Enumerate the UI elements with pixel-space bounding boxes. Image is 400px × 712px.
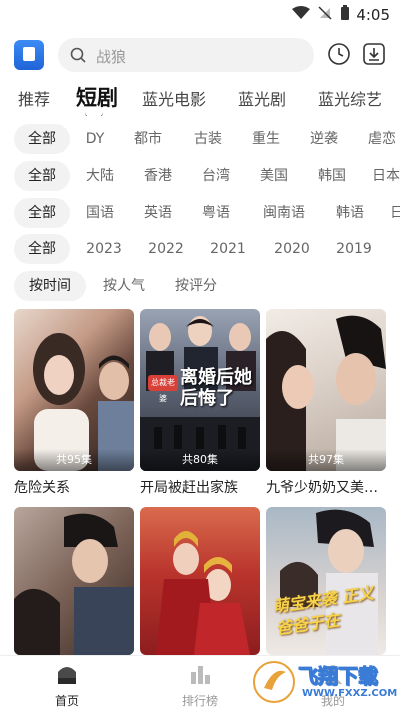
history-clock-icon[interactable] [327,42,351,66]
search-placeholder: 战狼 [96,48,127,66]
status-icons [292,5,350,21]
drama-title[interactable]: 九爷少奶奶又美又飒 [266,477,386,497]
category-tabs: 推荐 短剧 蓝光电影 蓝光剧 蓝光综艺 [0,80,400,116]
drama-poster[interactable]: 共95集 [14,309,134,471]
filter-region-option[interactable]: 台湾 [196,161,236,191]
episode-count-badge: 共80集 [140,449,260,471]
nav-ranking-label: 排行榜 [181,694,218,708]
tab-short-drama[interactable]: 短剧 [76,82,118,112]
filter-language-option[interactable]: 英语 [138,198,178,228]
watermark-logo: 飞翔下载 WWW.FXXZ.COM [252,658,398,706]
poster-title-text: 离婚后她后悔了 [180,367,252,409]
tab-bluray-movie[interactable]: 蓝光电影 [142,86,206,110]
drama-title[interactable]: 开局被赶出家族 [140,477,260,497]
filter-row-type: 全部 DY 都市 古装 重生 逆袭 虐恋 [0,124,400,154]
no-signal-icon [318,6,332,20]
filter-type-option[interactable]: 逆袭 [304,124,344,154]
battery-icon [341,5,349,20]
filter-type-option[interactable]: 古装 [188,124,228,154]
download-icon[interactable] [362,42,386,66]
drama-poster[interactable]: 萌宝来袭 正义爸爸于在 [266,507,386,655]
filter-region-all[interactable]: 全部 [14,161,70,191]
search-input[interactable]: 战狼 [58,38,314,72]
watermark-text: 飞翔下载 [298,664,379,689]
active-tab-indicator [85,112,103,116]
filter-region-option[interactable]: 韩国 [312,161,352,191]
filter-region-option[interactable]: 日本 [372,161,400,191]
filter-language-option[interactable]: 韩语 [330,198,370,228]
filter-row-region: 全部 大陆 香港 台湾 美国 韩国 日本 [0,161,400,191]
filter-row-language: 全部 国语 英语 粤语 闽南语 韩语 日 [0,198,400,228]
filter-region-option[interactable]: 大陆 [80,161,120,191]
tab-bluray-variety[interactable]: 蓝光综艺 [318,86,382,110]
poster-tag: 总裁老婆 [148,375,178,403]
filter-year-option[interactable]: 2019 [332,234,376,264]
home-icon [58,667,76,684]
filter-type-option[interactable]: 都市 [128,124,168,154]
filter-language-option[interactable]: 国语 [80,198,120,228]
poster-illustration [266,315,386,471]
filter-year-option[interactable]: 2023 [82,234,126,264]
nav-home-label: 首页 [54,694,79,708]
filter-year-option[interactable]: 2022 [144,234,188,264]
filter-region-option[interactable]: 香港 [138,161,178,191]
drama-poster[interactable] [140,507,260,655]
filter-row-year: 全部 2023 2022 2021 2020 2019 [0,234,400,264]
filter-type-all[interactable]: 全部 [14,124,70,154]
filter-year-option[interactable]: 2021 [206,234,250,264]
drama-poster[interactable] [14,507,134,655]
nav-ranking[interactable]: 排行榜 [160,662,240,709]
filter-region-option[interactable]: 美国 [254,161,294,191]
filter-language-option[interactable]: 粤语 [196,198,236,228]
filter-language-all[interactable]: 全部 [14,198,70,228]
app-logo-icon [14,40,44,70]
status-time: 4:05 [356,6,390,24]
sort-by-rating[interactable]: 按评分 [168,271,224,301]
poster-illustration [33,333,134,471]
drama-poster[interactable]: 共97集 [266,309,386,471]
episode-count-badge: 共97集 [266,449,386,471]
nav-home[interactable]: 首页 [27,662,107,709]
filter-language-option[interactable]: 闽南语 [256,198,312,228]
filter-type-option[interactable]: DY [78,124,112,154]
drama-title[interactable]: 危险关系 [14,477,134,497]
ranking-chart-icon [191,666,210,684]
status-bar: 4:05 [0,0,400,30]
poster-illustration [156,531,250,655]
drama-poster[interactable]: 总裁老婆 离婚后她后悔了 共80集 [140,309,260,471]
filter-year-all[interactable]: 全部 [14,234,70,264]
filter-year-option[interactable]: 2020 [270,234,314,264]
filter-type-option[interactable]: 重生 [246,124,286,154]
sort-by-popularity[interactable]: 按人气 [96,271,152,301]
search-icon [70,47,86,63]
poster-illustration [14,513,134,655]
wifi-icon [292,6,310,19]
tab-bluray-series[interactable]: 蓝光剧 [238,86,286,110]
filter-type-option[interactable]: 虐恋 [362,124,400,154]
episode-count-badge: 共95集 [14,449,134,471]
watermark-url: WWW.FXXZ.COM [302,688,398,699]
search-row: 战狼 [0,36,400,74]
tab-recommend[interactable]: 推荐 [18,86,50,110]
sort-by-time[interactable]: 按时间 [14,271,86,301]
filter-language-option[interactable]: 日 [390,198,400,228]
filter-row-sort: 按时间 按人气 按评分 [0,271,400,301]
